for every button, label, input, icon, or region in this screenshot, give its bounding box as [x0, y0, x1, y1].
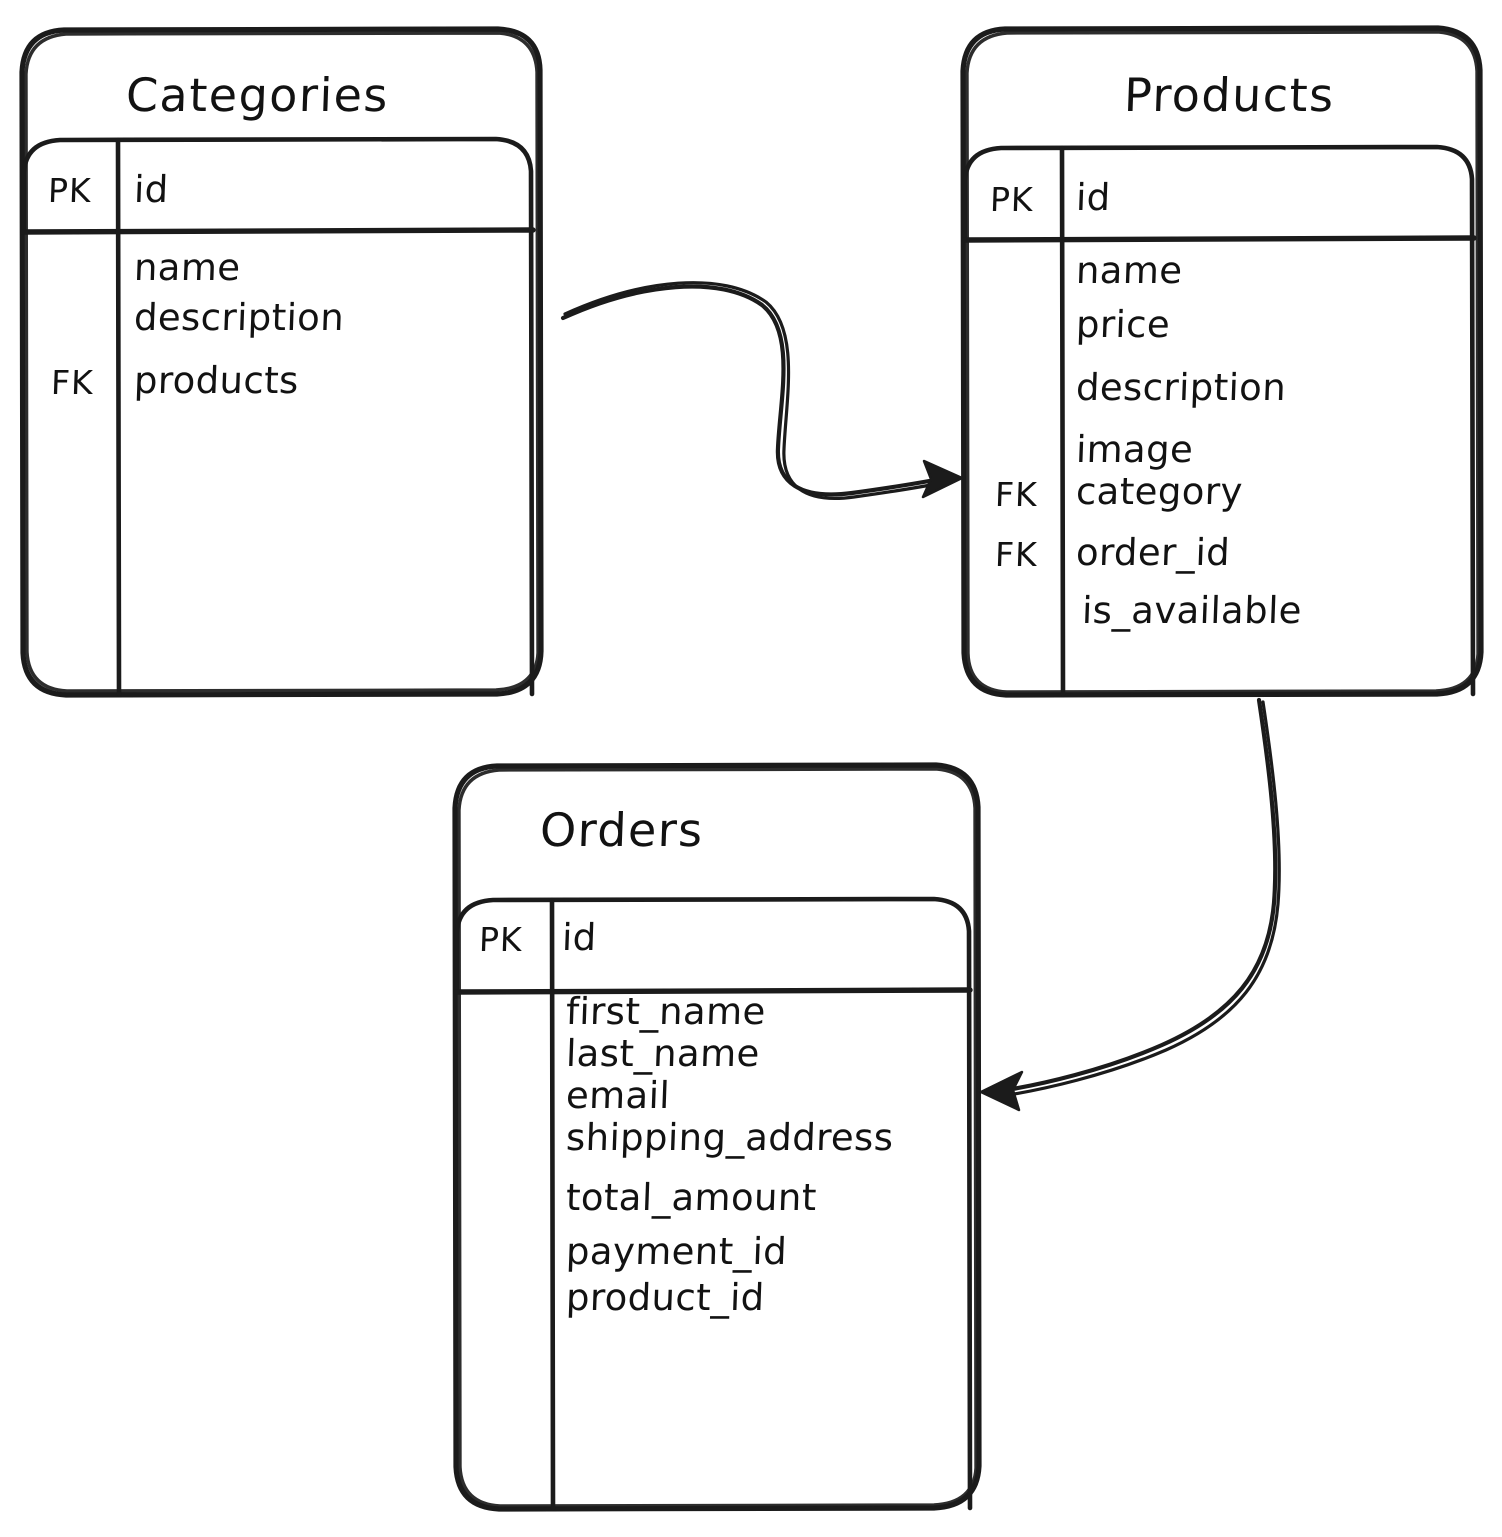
- products-pk-field: id: [1075, 176, 1112, 219]
- orders-field-total-amount: total_amount: [565, 1176, 818, 1219]
- categories-field-products: products: [133, 359, 300, 402]
- orders-field-email: email: [565, 1074, 671, 1117]
- products-field-name: name: [1075, 249, 1184, 292]
- products-pk-tag: PK: [989, 180, 1035, 219]
- products-table-title: Products: [1123, 68, 1336, 122]
- orders-pk-tag: PK: [478, 920, 524, 959]
- orders-table-title: Orders: [539, 803, 705, 857]
- orders-field-payment-id: payment_id: [565, 1230, 788, 1273]
- orders-field-product-id: product_id: [565, 1276, 766, 1319]
- relationship-categories-to-products[interactable]: [560, 281, 964, 500]
- arrow-head-orders: [979, 1070, 1024, 1112]
- categories-field-name: name: [133, 246, 242, 289]
- categories-table-title: Categories: [125, 68, 390, 122]
- orders-pk-field: id: [561, 916, 598, 959]
- products-field-price: price: [1075, 303, 1171, 346]
- products-fk-tag-category: FK: [994, 475, 1039, 514]
- relationship-products-to-orders[interactable]: [979, 697, 1281, 1112]
- products-field-category: category: [1075, 470, 1244, 513]
- orders-field-first-name: first_name: [565, 990, 767, 1033]
- products-field-order-id: order_id: [1075, 531, 1231, 574]
- products-field-image: image: [1075, 428, 1195, 471]
- products-field-description: description: [1075, 366, 1287, 409]
- products-fk-tag-order-id: FK: [994, 535, 1039, 574]
- categories-field-description: description: [133, 296, 345, 339]
- categories-fk-tag-products: FK: [50, 363, 95, 402]
- orders-field-last-name: last_name: [565, 1032, 761, 1075]
- orders-field-shipping-address: shipping_address: [565, 1116, 895, 1159]
- categories-pk-tag: PK: [47, 171, 93, 210]
- er-diagram-canvas: Categories PK id name description FK pro…: [0, 0, 1502, 1537]
- products-field-is-available: is_available: [1081, 589, 1303, 632]
- categories-pk-field: id: [133, 168, 170, 211]
